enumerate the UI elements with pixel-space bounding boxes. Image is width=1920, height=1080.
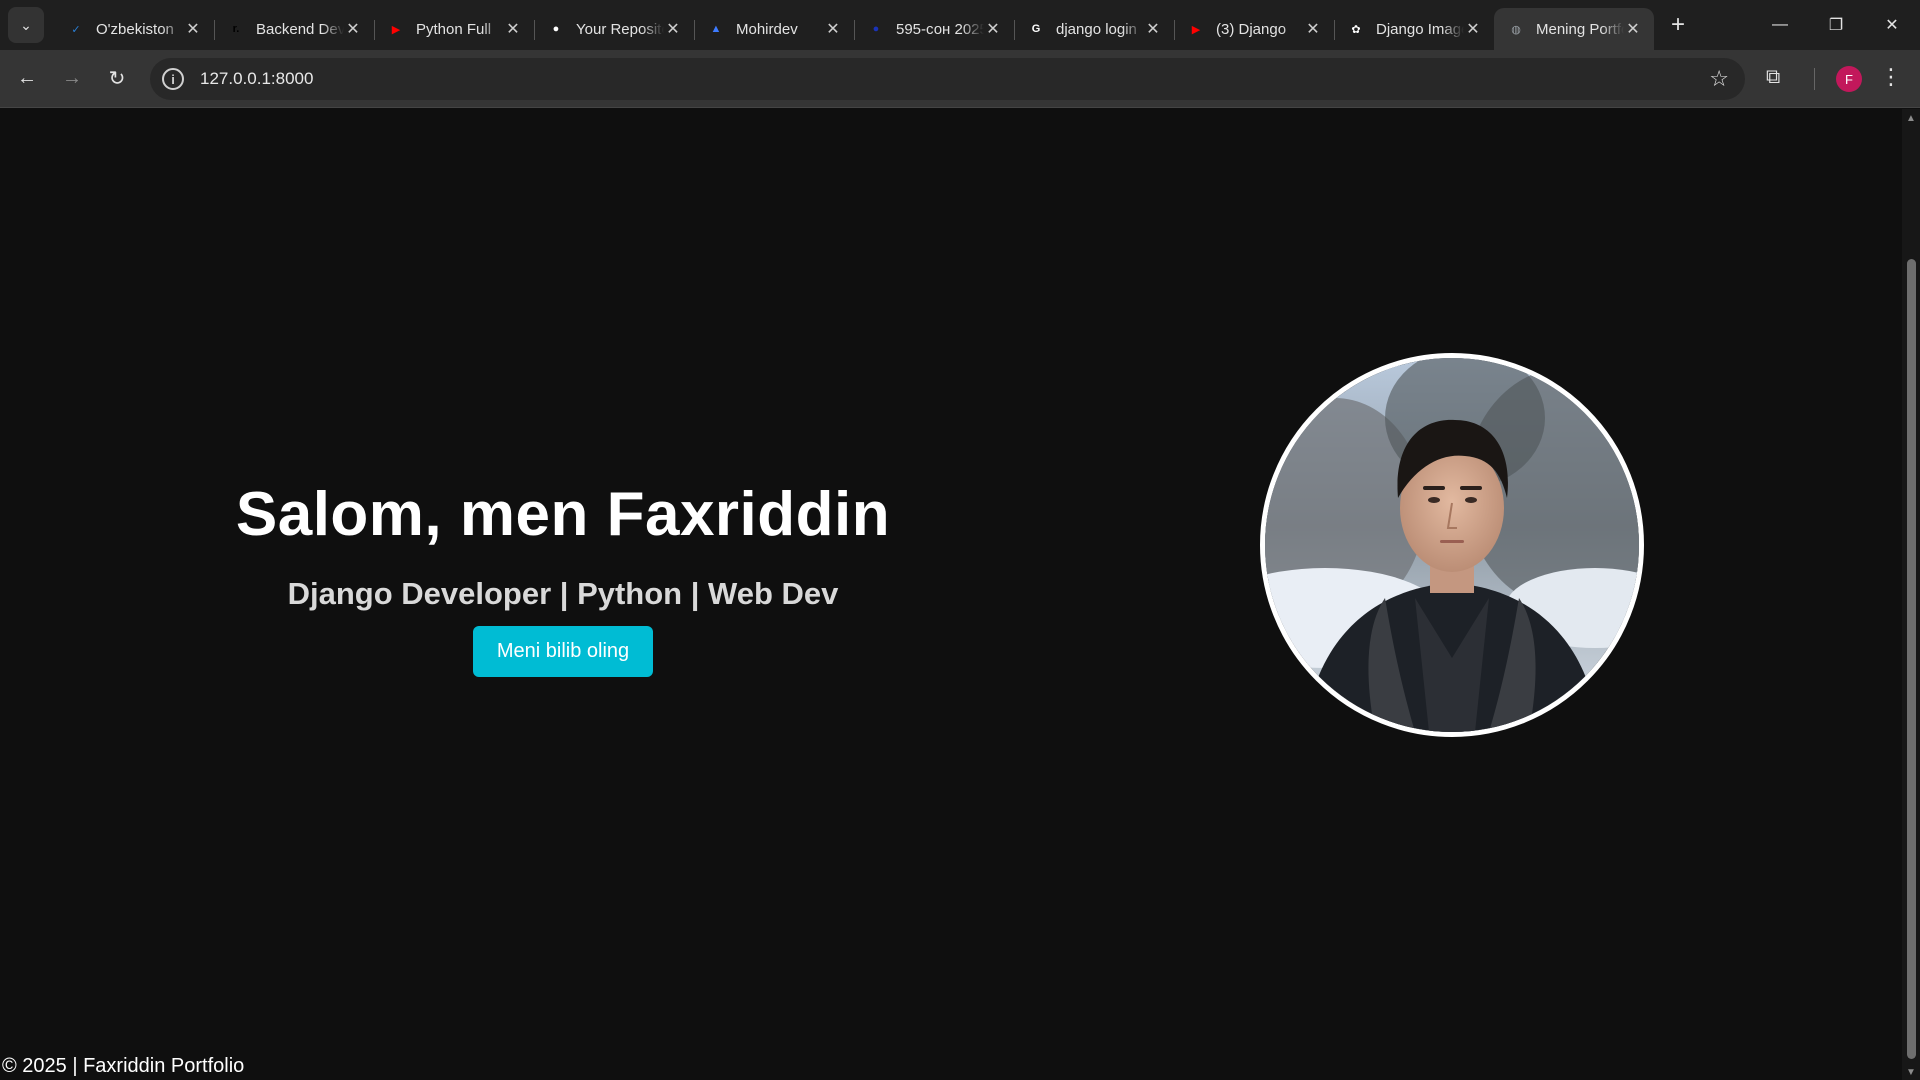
tab-close-icon[interactable]: ✕ (824, 19, 842, 39)
chatgpt-icon: ✿ (1351, 23, 1361, 36)
address-bar[interactable]: i 127.0.0.1:8000 ☆ (150, 58, 1745, 100)
page-scrollbar[interactable]: ▲ ▼ (1902, 109, 1920, 1080)
toolbar-divider (1814, 68, 1815, 90)
tab-title: (3) Django (1216, 20, 1287, 38)
hero-section: Salom, men Faxriddin Django Developer | … (0, 479, 1126, 677)
page-viewport: Salom, men Faxriddin Django Developer | … (0, 109, 1902, 1080)
tab-close-icon[interactable]: ✕ (1144, 19, 1162, 39)
github-icon: ● (552, 23, 560, 35)
tab-search-button[interactable]: ⌄ (8, 7, 44, 43)
browser-tab[interactable]: ◍ Mening Portfolio✕ (1494, 8, 1654, 50)
reload-icon: ↻ (108, 68, 126, 90)
extensions-icon[interactable]: ⧉ (1766, 66, 1780, 89)
browser-tab[interactable]: ✿ Django Image ✕ (1334, 8, 1494, 50)
profile-photo (1260, 353, 1644, 737)
browser-tab[interactable]: ▶ Python Full ✕ (374, 8, 534, 50)
profile-avatar[interactable]: F (1836, 66, 1862, 92)
tab-close-icon[interactable]: ✕ (344, 19, 362, 39)
bookmark-star-icon[interactable]: ☆ (1709, 66, 1729, 92)
profile-photo-image (1265, 358, 1639, 732)
browser-tab[interactable]: ● 595-сон 2025 ✕ (854, 8, 1014, 50)
hero-subtitle: Django Developer | Python | Web Dev (287, 576, 839, 611)
back-button[interactable]: ← (9, 61, 45, 97)
tab-title: Backend Developer (256, 20, 344, 38)
url-text[interactable]: 127.0.0.1:8000 (200, 69, 313, 89)
tab-close-icon[interactable]: ✕ (1464, 19, 1482, 39)
roadmap-icon: r. (232, 23, 240, 35)
reload-button[interactable]: ↻ (99, 61, 135, 97)
tab-title: 595-сон 2025 (896, 20, 984, 38)
tab-close-icon[interactable]: ✕ (184, 19, 202, 39)
google-icon: G (1031, 23, 1041, 35)
browser-toolbar: ← → ↻ i 127.0.0.1:8000 ☆ ⧉ F ⋮ (0, 50, 1920, 108)
chevron-down-icon: ⌄ (20, 16, 32, 33)
tab-close-icon[interactable]: ✕ (1624, 19, 1642, 39)
footer: © 2025 | Faxriddin Portfolio (0, 1055, 246, 1080)
about-me-button[interactable]: Meni bilib oling (472, 626, 654, 677)
browser-tab[interactable]: Gdjango login ✕ (1014, 8, 1174, 50)
close-window-button[interactable]: ✕ (1864, 0, 1920, 50)
kebab-menu-icon[interactable]: ⋮ (1880, 64, 1902, 90)
tab-title: Mening Portfolio (1536, 20, 1624, 38)
minimize-button[interactable]: — (1752, 0, 1808, 50)
tab-title: Mohirdev (736, 20, 798, 38)
tab-title: django login (1056, 20, 1137, 38)
browser-tab[interactable]: ▲ Mohirdev ✕ (694, 8, 854, 50)
gov-seal-icon: ● (872, 23, 880, 35)
youtube-icon: ▶ (1191, 23, 1201, 36)
mohirdev-icon: ▲ (710, 23, 722, 35)
forward-button[interactable]: → (54, 61, 90, 97)
restore-button[interactable]: ❐ (1808, 0, 1864, 50)
tab-list: ✓O'zbekiston✕r.Backend Developer✕▶Python… (54, 0, 1654, 50)
tab-title: Django Image (1376, 20, 1464, 38)
window-controls: — ❐ ✕ (1752, 0, 1920, 50)
tab-title: Your Repositories (576, 20, 664, 38)
footer-text: © 2025 | Faxriddin Portfolio (2, 1055, 245, 1077)
tab-close-icon[interactable]: ✕ (664, 19, 682, 39)
tab-title: O'zbekiston (96, 20, 174, 38)
hero-title: Salom, men Faxriddin (235, 480, 891, 549)
plus-icon: + (1670, 11, 1685, 38)
uz-gov-icon: ✓ (71, 23, 81, 36)
scrollbar-thumb[interactable] (1907, 259, 1916, 1059)
browser-tab[interactable]: r. Backend Developer✕ (214, 8, 374, 50)
browser-tab[interactable]: ✓ O'zbekiston ✕ (54, 8, 214, 50)
tab-close-icon[interactable]: ✕ (1304, 19, 1322, 39)
restore-icon: ❐ (1828, 17, 1844, 34)
tab-title: Python Full (416, 20, 492, 38)
site-info-icon[interactable]: i (162, 68, 184, 90)
close-icon: ✕ (1885, 17, 1899, 34)
minimize-icon: — (1772, 16, 1788, 33)
globe-icon: ◍ (1511, 23, 1521, 36)
scroll-down-icon[interactable]: ▼ (1906, 1067, 1916, 1078)
scroll-up-icon[interactable]: ▲ (1906, 113, 1916, 124)
browser-tab[interactable]: ● Your Repositories✕ (534, 8, 694, 50)
new-tab-button[interactable]: + (1660, 7, 1696, 43)
arrow-left-icon: ← (17, 67, 37, 89)
tab-close-icon[interactable]: ✕ (984, 19, 1002, 39)
arrow-right-icon: → (62, 67, 82, 89)
tab-strip: ⌄ ✓O'zbekiston✕r.Backend Developer✕▶Pyth… (0, 0, 1920, 50)
browser-tab[interactable]: ▶ (3) Django ✕ (1174, 8, 1334, 50)
tab-close-icon[interactable]: ✕ (504, 19, 522, 39)
youtube-icon: ▶ (391, 23, 401, 36)
